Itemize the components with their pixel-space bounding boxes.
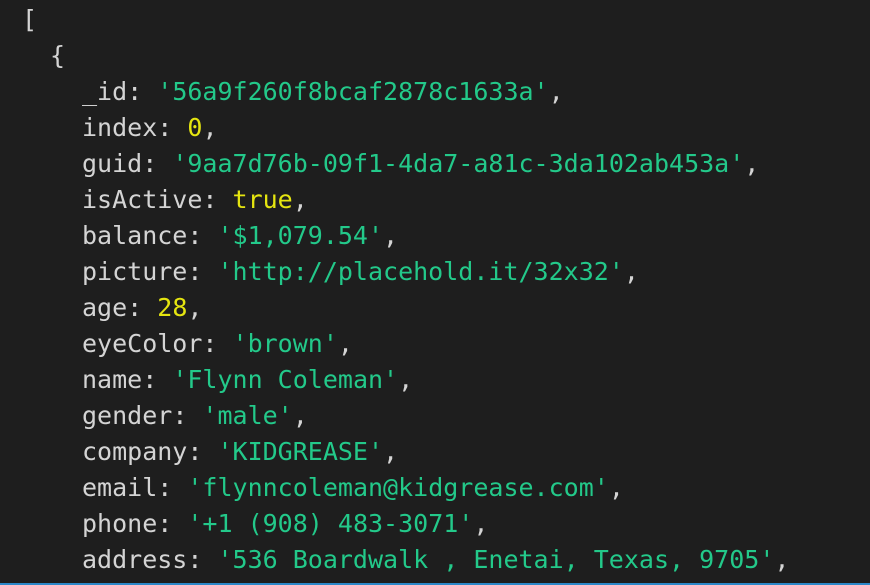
entry-value: true xyxy=(232,185,293,214)
entry-age: age: 28, xyxy=(82,293,203,322)
array-open-bracket: [ xyxy=(0,2,870,38)
entry-value: '+1 (908) 483-3071' xyxy=(187,509,474,538)
entry-value: 'Flynn Coleman' xyxy=(172,365,399,394)
entry-key: gender xyxy=(82,401,173,430)
entry-picture: picture: 'http://placehold.it/32x32', xyxy=(82,257,639,286)
terminal-output: [ { _id: '56a9f260f8bcaf2878c1633a', ind… xyxy=(0,0,870,585)
entry-value: 'flynncoleman@kidgrease.com' xyxy=(187,473,609,502)
entry-value: '$1,079.54' xyxy=(217,221,384,250)
entry-guid: guid: '9aa7d76b-09f1-4da7-a81c-3da102ab4… xyxy=(82,149,760,178)
entry-email: email: 'flynncoleman@kidgrease.com', xyxy=(82,473,624,502)
entry-company: company: 'KIDGREASE', xyxy=(82,437,399,466)
entry-name: name: 'Flynn Coleman', xyxy=(82,365,414,394)
open-brace: { xyxy=(50,41,66,70)
entry-key: _id xyxy=(82,77,128,106)
entry-value: 'http://placehold.it/32x32' xyxy=(217,257,624,286)
object-open-brace: { xyxy=(0,38,870,74)
entry-eyecolor: eyeColor: 'brown', xyxy=(82,329,353,358)
entry-value: 'male' xyxy=(202,401,293,430)
entry-key: phone xyxy=(82,509,158,538)
entry-key: age xyxy=(82,293,128,322)
entry-key: name xyxy=(82,365,143,394)
entry-balance: balance: '$1,079.54', xyxy=(82,221,399,250)
entry-key: picture xyxy=(82,257,188,286)
entry-phone: phone: '+1 (908) 483-3071', xyxy=(82,509,489,538)
entry-key: index xyxy=(82,113,158,142)
entry-value: 0 xyxy=(187,113,203,142)
entry-gender: gender: 'male', xyxy=(82,401,308,430)
entry-key: guid xyxy=(82,149,143,178)
entry-value: '9aa7d76b-09f1-4da7-a81c-3da102ab453a' xyxy=(172,149,745,178)
entry-key: email xyxy=(82,473,158,502)
entry-id: _id: '56a9f260f8bcaf2878c1633a', xyxy=(82,77,564,106)
entry-key: company xyxy=(82,437,188,466)
entry-value: 28 xyxy=(157,293,188,322)
entry-isactive: isActive: true, xyxy=(82,185,308,214)
entry-key: address xyxy=(82,545,188,574)
entry-value: '536 Boardwalk , Enetai, Texas, 9705' xyxy=(217,545,775,574)
entry-key: eyeColor xyxy=(82,329,203,358)
entry-value: '56a9f260f8bcaf2878c1633a' xyxy=(157,77,549,106)
entry-value: 'brown' xyxy=(232,329,338,358)
entry-value: 'KIDGREASE' xyxy=(217,437,384,466)
entry-address: address: '536 Boardwalk , Enetai, Texas,… xyxy=(82,545,790,574)
open-bracket: [ xyxy=(22,5,38,34)
entry-key: isActive xyxy=(82,185,203,214)
entry-index: index: 0, xyxy=(82,113,218,142)
entry-key: balance xyxy=(82,221,188,250)
